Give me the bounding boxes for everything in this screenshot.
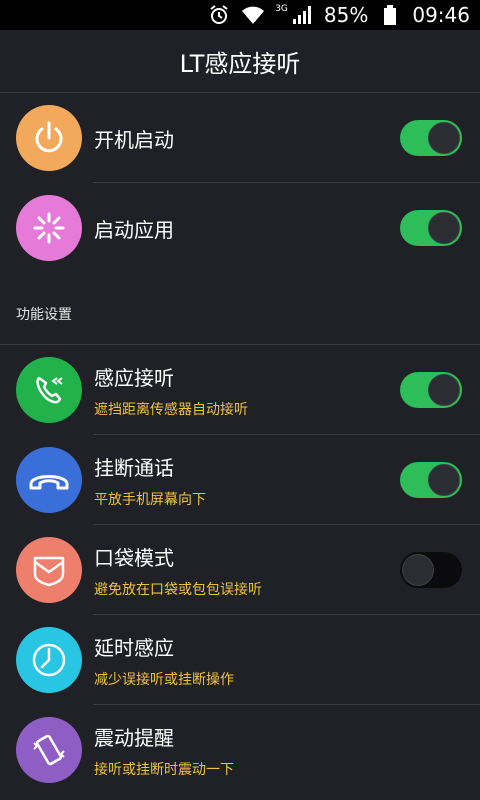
- setting-subtitle: 避免放在口袋或包包误接听: [94, 581, 262, 598]
- setting-row-hang-up[interactable]: 挂断通话 平放手机屏幕向下: [0, 435, 480, 525]
- network-type-label: 3G: [275, 4, 288, 14]
- status-bar: 3G 85% 09:46: [0, 0, 480, 30]
- setting-title: 感应接听: [94, 365, 174, 390]
- wifi-icon: [241, 4, 265, 26]
- setting-title: 挂断通话: [94, 455, 174, 480]
- setting-row-delay-sensing[interactable]: 延时感应 减少误接听或挂断操作: [0, 615, 480, 705]
- setting-subtitle: 接听或挂断时震动一下: [94, 761, 234, 778]
- setting-row-boot-start[interactable]: 开机启动: [0, 93, 480, 183]
- setting-title: 开机启动: [94, 127, 174, 152]
- setting-subtitle: 平放手机屏幕向下: [94, 491, 206, 508]
- hang-up-toggle[interactable]: [400, 462, 462, 498]
- battery-icon: [378, 4, 402, 26]
- section-header: 功能设置: [0, 273, 480, 345]
- signal-icon: [290, 4, 314, 26]
- sensor-answer-toggle[interactable]: [400, 372, 462, 408]
- phone-incoming-icon: [16, 357, 82, 423]
- page-title: LT感应接听: [179, 49, 301, 78]
- setting-title: 启动应用: [94, 217, 174, 242]
- pocket-icon: [16, 537, 82, 603]
- setting-row-pocket-mode[interactable]: 口袋模式 避免放在口袋或包包误接听: [0, 525, 480, 615]
- clock-time: 09:46: [412, 3, 470, 27]
- power-icon: [16, 105, 82, 171]
- hang-up-icon: [16, 447, 82, 513]
- clock-icon: [16, 627, 82, 693]
- setting-row-sensor-answer[interactable]: 感应接听 遮挡距离传感器自动接听: [0, 345, 480, 435]
- setting-title: 延时感应: [94, 635, 174, 660]
- start-app-toggle[interactable]: [400, 210, 462, 246]
- pocket-mode-toggle[interactable]: [400, 552, 462, 588]
- setting-row-start-app[interactable]: 启动应用: [0, 183, 480, 273]
- battery-percent: 85%: [323, 3, 369, 27]
- setting-title: 震动提醒: [94, 725, 174, 750]
- app-bar: LT感应接听: [0, 30, 480, 93]
- alarm-icon: [207, 4, 231, 26]
- setting-row-vibrate[interactable]: 震动提醒 接听或挂断时震动一下: [0, 705, 480, 795]
- section-title: 功能设置: [16, 307, 72, 323]
- setting-subtitle: 减少误接听或挂断操作: [94, 671, 234, 688]
- setting-title: 口袋模式: [94, 545, 174, 570]
- loading-spinner-icon: [16, 195, 82, 261]
- vibrate-icon: [16, 717, 82, 783]
- setting-subtitle: 遮挡距离传感器自动接听: [94, 401, 248, 418]
- boot-start-toggle[interactable]: [400, 120, 462, 156]
